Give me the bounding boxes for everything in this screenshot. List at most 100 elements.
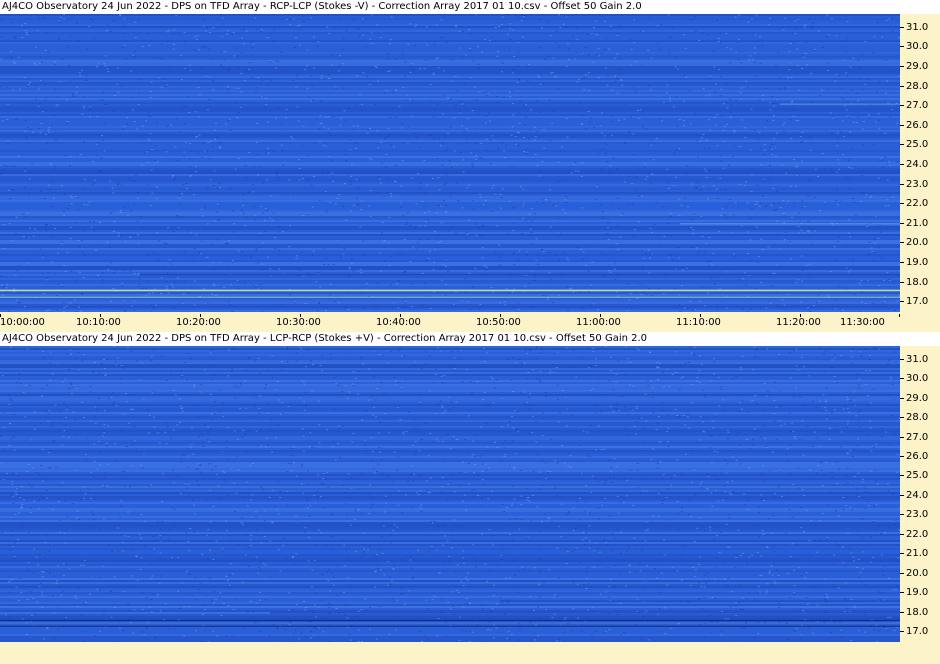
noise-speck [86, 437, 89, 439]
noise-speck [645, 293, 648, 295]
noise-speck [730, 232, 733, 234]
noise-speck [782, 212, 785, 214]
noise-speck [294, 629, 297, 631]
noise-speck [662, 386, 665, 388]
spectrogram-band [0, 164, 900, 166]
noise-speck [542, 129, 545, 131]
noise-speck [133, 609, 136, 611]
noise-speck [309, 505, 311, 507]
noise-speck [498, 26, 500, 28]
noise-speck [534, 126, 537, 128]
noise-speck [310, 17, 313, 19]
noise-speck [297, 161, 300, 163]
noise-speck [443, 200, 445, 202]
noise-speck [577, 170, 580, 172]
noise-speck [776, 233, 779, 235]
noise-speck [287, 462, 290, 464]
noise-speck [396, 282, 399, 284]
noise-speck [726, 585, 729, 587]
noise-speck [230, 540, 233, 542]
noise-speck [694, 113, 696, 115]
noise-speck [159, 610, 162, 612]
noise-speck [259, 569, 262, 571]
noise-speck [828, 34, 831, 36]
noise-speck [849, 269, 852, 271]
noise-speck [305, 405, 307, 407]
noise-speck [92, 371, 95, 373]
noise-speck [2, 286, 5, 288]
noise-speck [216, 187, 219, 189]
noise-speck [477, 63, 480, 65]
noise-speck [404, 270, 407, 272]
noise-speck [42, 255, 45, 256]
noise-speck [321, 617, 324, 619]
noise-speck [570, 630, 573, 631]
noise-speck [295, 257, 298, 259]
noise-speck [830, 167, 833, 169]
noise-speck [230, 468, 233, 470]
noise-speck [603, 448, 606, 450]
noise-speck [231, 210, 234, 212]
noise-speck [142, 615, 145, 617]
noise-speck [719, 177, 722, 179]
spectrogram-band [0, 374, 900, 376]
noise-speck [483, 265, 486, 267]
noise-speck [830, 472, 833, 474]
noise-speck [837, 236, 840, 238]
noise-speck [123, 24, 126, 26]
noise-speck [558, 218, 561, 219]
noise-speck [440, 436, 443, 438]
noise-speck [832, 224, 835, 226]
noise-speck [794, 438, 797, 440]
noise-speck [878, 80, 881, 82]
noise-speck [575, 27, 578, 29]
noise-speck [57, 283, 60, 285]
noise-speck [676, 148, 678, 150]
noise-speck [59, 411, 62, 413]
noise-speck [804, 53, 807, 54]
noise-speck [331, 175, 334, 177]
noise-speck [629, 571, 632, 573]
noise-speck [820, 410, 823, 412]
noise-speck [207, 141, 210, 143]
noise-speck [281, 402, 284, 404]
noise-speck [818, 445, 821, 447]
noise-speck [618, 207, 621, 209]
noise-speck [534, 154, 537, 155]
noise-speck [45, 310, 48, 312]
noise-speck [26, 127, 29, 129]
noise-speck [544, 295, 547, 297]
spectrogram-band [0, 252, 900, 254]
noise-speck [307, 96, 310, 98]
noise-speck [103, 487, 106, 489]
noise-speck [769, 109, 772, 111]
noise-speck [266, 403, 269, 404]
noise-speck [415, 137, 418, 139]
spectrogram-band [0, 552, 900, 554]
noise-speck [406, 480, 409, 482]
noise-speck [123, 300, 126, 302]
noise-speck [516, 311, 519, 312]
noise-speck [119, 212, 122, 214]
noise-speck [354, 508, 357, 510]
noise-speck [888, 359, 890, 361]
noise-speck [761, 195, 764, 197]
noise-speck [149, 311, 152, 312]
noise-speck [696, 527, 699, 529]
noise-speck [296, 106, 299, 108]
noise-speck [300, 483, 303, 485]
noise-speck [424, 363, 427, 365]
noise-speck [539, 492, 542, 493]
noise-speck [528, 404, 531, 406]
noise-speck [42, 257, 44, 259]
noise-speck [551, 302, 554, 303]
noise-speck [857, 100, 859, 102]
noise-speck [319, 364, 322, 366]
noise-speck [653, 224, 656, 226]
noise-speck [24, 131, 27, 132]
noise-speck [794, 33, 797, 34]
noise-speck [277, 177, 280, 179]
noise-speck [85, 394, 88, 396]
noise-speck [591, 261, 594, 263]
noise-speck [886, 362, 889, 364]
